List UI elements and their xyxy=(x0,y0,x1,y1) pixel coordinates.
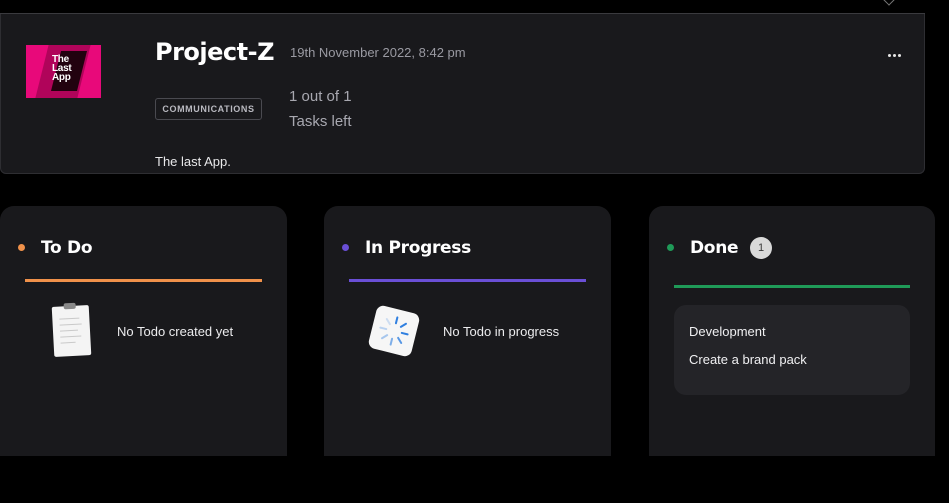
column-in-progress: In Progress No Todo in progress xyxy=(324,206,611,456)
category-tag: COMMUNICATIONS xyxy=(155,98,262,120)
top-divider xyxy=(0,0,925,14)
empty-state: No Todo created yet xyxy=(51,302,234,357)
task-count-badge: 1 xyxy=(750,237,772,259)
column-header: Done 1 xyxy=(649,206,935,266)
tasks-label: Tasks left xyxy=(289,113,352,130)
project-date: 19th November 2022, 8:42 pm xyxy=(290,45,466,60)
project-header-card: The Last App Project-Z 19th November 202… xyxy=(0,14,925,174)
column-done: Done 1 Development Create a brand pack xyxy=(649,206,935,456)
more-horizontal-icon xyxy=(887,53,891,57)
column-header: To Do xyxy=(0,206,287,266)
column-underline xyxy=(674,285,910,288)
empty-state-text: No Todo created yet xyxy=(117,323,234,339)
column-underline xyxy=(25,279,262,282)
project-logo: The Last App xyxy=(26,45,101,98)
task-title: Create a brand pack xyxy=(689,352,807,367)
status-dot-icon xyxy=(342,244,349,251)
column-title: Done xyxy=(690,238,739,258)
task-card[interactable]: Development Create a brand pack xyxy=(674,305,910,395)
loading-spinner-icon xyxy=(367,304,421,358)
empty-state-text: No Todo in progress xyxy=(443,323,560,339)
status-dot-icon xyxy=(18,244,25,251)
clipboard-icon xyxy=(51,302,92,357)
column-underline xyxy=(349,279,586,282)
project-title: Project-Z xyxy=(155,38,274,66)
project-description: The last App. xyxy=(155,154,231,169)
logo-text: The Last App xyxy=(52,54,72,83)
chevron-icon xyxy=(883,0,895,6)
more-options-button[interactable] xyxy=(886,48,902,62)
column-title: To Do xyxy=(41,238,93,258)
tasks-count: 1 out of 1 xyxy=(289,88,352,105)
column-header: In Progress xyxy=(324,206,611,266)
status-dot-icon xyxy=(667,244,674,251)
column-title: In Progress xyxy=(365,238,471,258)
column-todo: To Do No Todo created yet xyxy=(0,206,287,456)
task-category: Development xyxy=(689,324,766,339)
empty-state: No Todo in progress xyxy=(367,304,560,358)
